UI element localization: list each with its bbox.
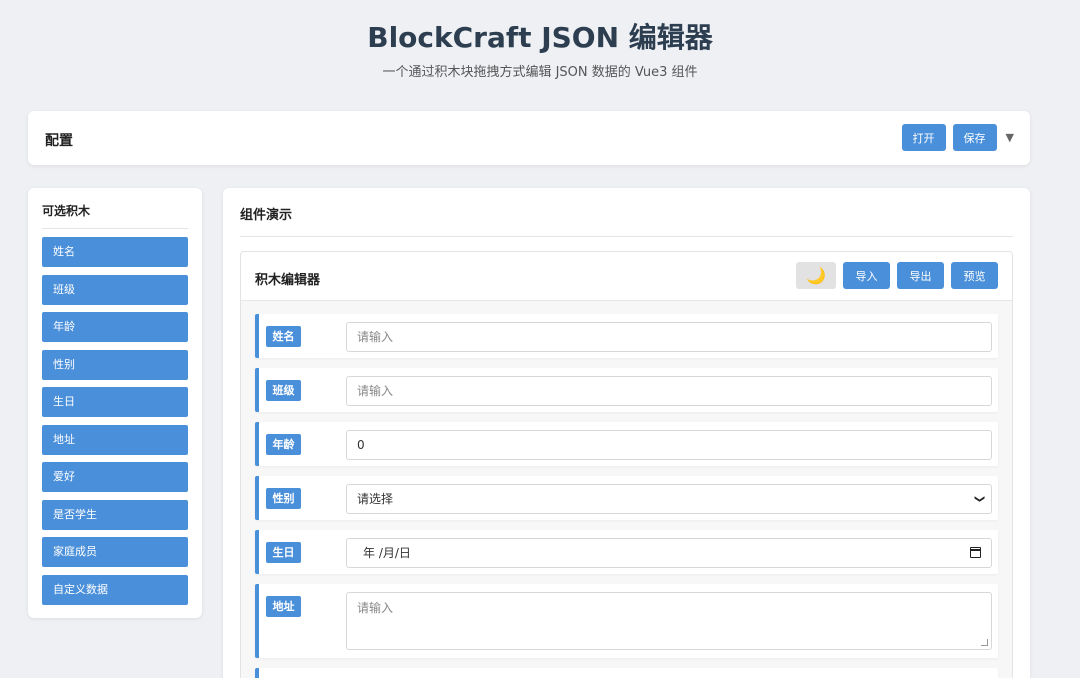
open-button[interactable]: 打开	[901, 124, 946, 151]
chevron-down-icon[interactable]: ▼	[1006, 131, 1014, 144]
palette-item-name[interactable]: 姓名	[42, 237, 188, 267]
block-label: 地址	[266, 596, 301, 617]
config-title: 配置	[45, 133, 73, 149]
gender-select[interactable]: 请选择 ❯	[346, 484, 992, 514]
block-label: 年龄	[266, 434, 301, 455]
page-header: BlockCraft JSON 编辑器 一个通过积木块拖拽方式编辑 JSON 数…	[0, 0, 1080, 82]
block-label: 班级	[266, 380, 301, 401]
block-label: 姓名	[266, 326, 301, 347]
editor-actions: 🌙 导入 导出 预览	[796, 262, 998, 289]
block-palette: 可选积木 姓名 班级 年龄 性别 生日 地址 爱好 是否学生 家庭成员 自定义数…	[28, 188, 202, 618]
theme-toggle-button[interactable]: 🌙	[796, 262, 836, 289]
calendar-icon[interactable]	[970, 547, 981, 558]
block-label: 性别	[266, 488, 301, 509]
config-actions: 打开 保存 ▼	[901, 124, 1014, 151]
palette-item-address[interactable]: 地址	[42, 424, 188, 455]
moon-icon: 🌙	[806, 266, 826, 285]
page-title: BlockCraft JSON 编辑器	[367, 21, 713, 54]
palette-title: 可选积木	[42, 202, 188, 229]
palette-item-hobby[interactable]: 爱好	[42, 462, 188, 492]
palette-item-class[interactable]: 班级	[42, 274, 188, 305]
block-row-age[interactable]: 年龄 0	[255, 422, 998, 466]
resize-handle[interactable]	[981, 639, 988, 646]
config-panel: 配置 打开 保存 ▼	[28, 111, 1030, 165]
save-button[interactable]: 保存	[952, 124, 997, 151]
chevron-down-icon: ❯	[973, 494, 985, 504]
palette-item-custom-data[interactable]: 自定义数据	[42, 574, 188, 605]
block-list: 姓名 请输入 班级 请输入 年龄 0 性别 请选择 ❯ 生日 年 /月/日 地址…	[255, 314, 998, 678]
palette-list: 姓名 班级 年龄 性别 生日 地址 爱好 是否学生 家庭成员 自定义数据	[42, 237, 188, 612]
class-input[interactable]: 请输入	[346, 376, 992, 406]
import-button[interactable]: 导入	[843, 262, 890, 289]
page-subtitle: 一个通过积木块拖拽方式编辑 JSON 数据的 Vue3 组件	[382, 65, 698, 80]
demo-title: 组件演示	[240, 188, 1013, 237]
block-row-birthday[interactable]: 生日 年 /月/日	[255, 530, 998, 574]
demo-panel: 组件演示 积木编辑器 🌙 导入 导出 预览 姓名 请输入 班级 请输入 年龄 0…	[223, 188, 1030, 678]
block-row-name[interactable]: 姓名 请输入	[255, 314, 998, 358]
block-row-address[interactable]: 地址 请输入	[255, 584, 998, 658]
block-row-gender[interactable]: 性别 请选择 ❯	[255, 476, 998, 520]
palette-item-gender[interactable]: 性别	[42, 349, 188, 380]
editor-header: 积木编辑器 🌙 导入 导出 预览	[241, 252, 1012, 301]
palette-item-birthday[interactable]: 生日	[42, 387, 188, 417]
block-label: 生日	[266, 542, 301, 563]
age-input[interactable]: 0	[346, 430, 992, 460]
editor-title: 积木编辑器	[255, 273, 321, 288]
address-textarea[interactable]: 请输入	[346, 592, 992, 650]
block-editor: 积木编辑器 🌙 导入 导出 预览 姓名 请输入 班级 请输入 年龄 0 性别 请…	[240, 251, 1013, 678]
preview-button[interactable]: 预览	[951, 262, 998, 289]
export-button[interactable]: 导出	[897, 262, 944, 289]
palette-item-family[interactable]: 家庭成员	[42, 537, 188, 567]
block-row-partial[interactable]	[255, 668, 998, 678]
palette-item-is-student[interactable]: 是否学生	[42, 499, 188, 530]
block-row-class[interactable]: 班级 请输入	[255, 368, 998, 412]
birthday-date-input[interactable]: 年 /月/日	[346, 538, 992, 568]
palette-item-age[interactable]: 年龄	[42, 312, 188, 342]
name-input[interactable]: 请输入	[346, 322, 992, 352]
